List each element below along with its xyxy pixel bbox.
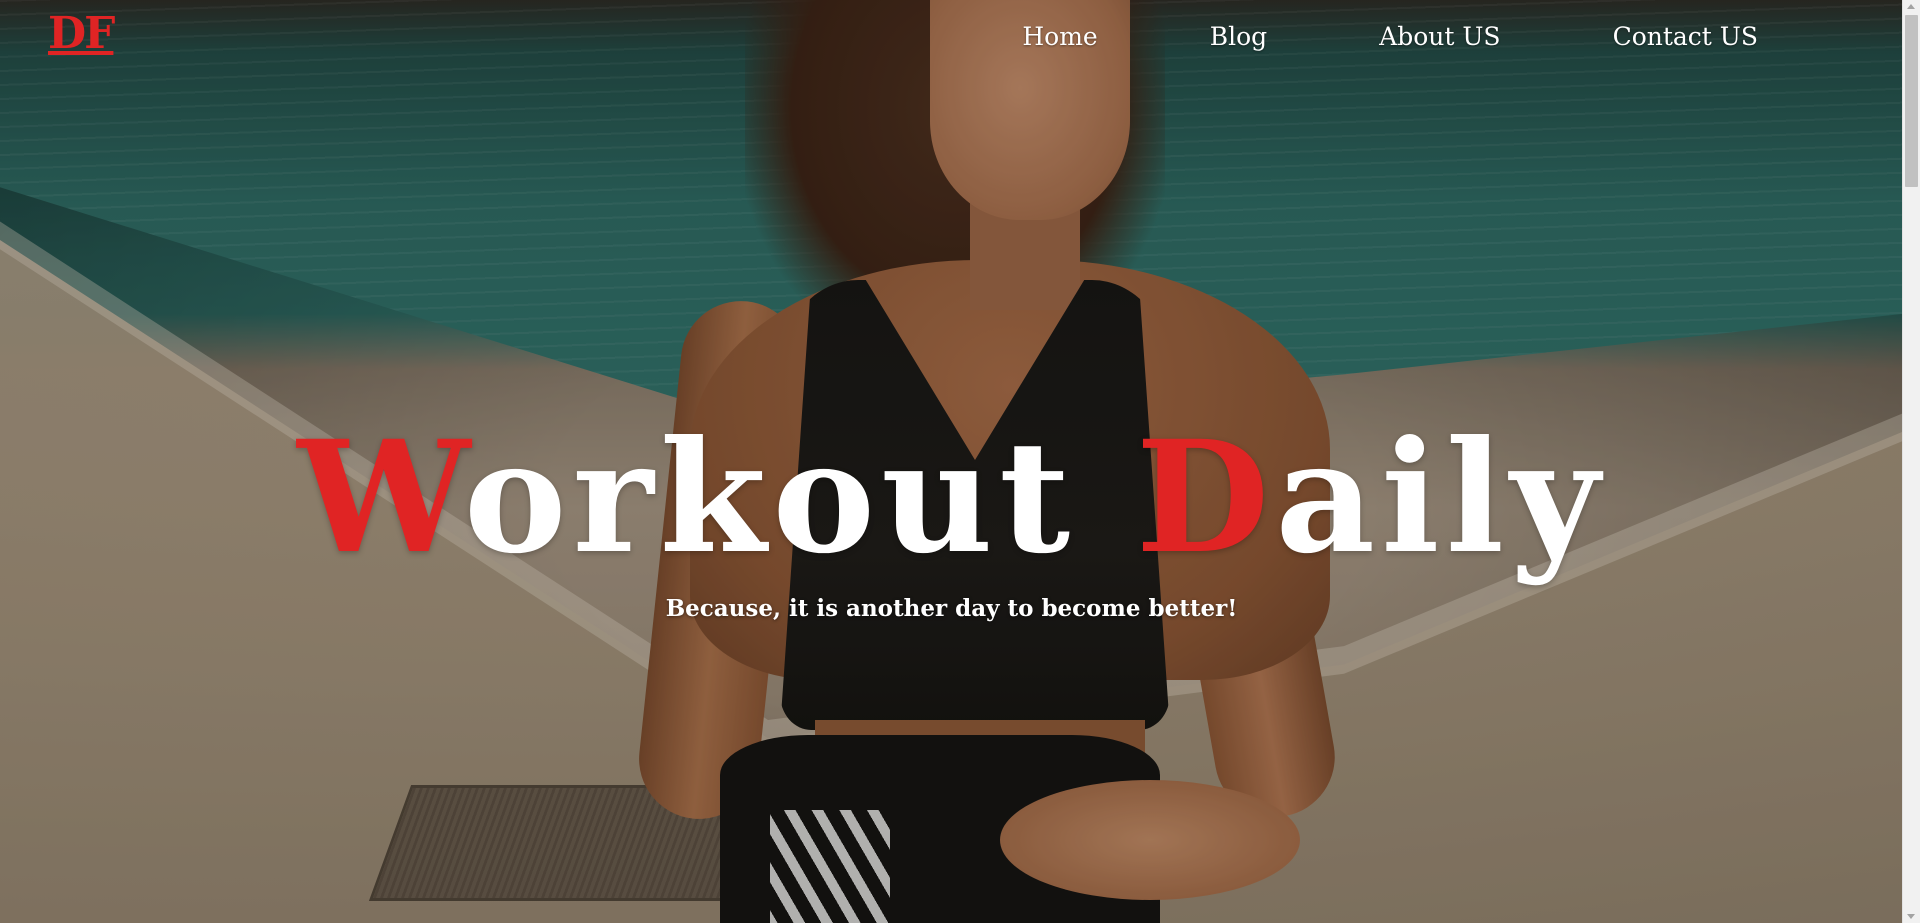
nav-contact-link[interactable]: Contact US <box>1613 20 1758 54</box>
logo-link[interactable]: DF <box>48 8 115 60</box>
main-nav: Home Blog About US Contact US <box>1022 20 1758 54</box>
arrow-down-icon[interactable] <box>1907 914 1915 919</box>
nav-about-link[interactable]: About US <box>1379 20 1500 54</box>
logo-text: DF <box>48 8 115 59</box>
hero-subtitle: Because, it is another day to become bet… <box>665 595 1238 622</box>
arrow-up-icon[interactable] <box>1907 4 1915 9</box>
hero-title-initial-d: D <box>1135 407 1276 589</box>
hero-title-word-1-rest: orkout <box>463 407 1077 589</box>
hero-title-word-2-rest: aily <box>1275 407 1606 589</box>
nav-blog-link[interactable]: Blog <box>1210 20 1267 54</box>
hero-title-initial-w: W <box>297 407 464 589</box>
page-scrollbar[interactable] <box>1902 0 1920 923</box>
scrollbar-thumb[interactable] <box>1905 15 1918 187</box>
nav-home-link[interactable]: Home <box>1022 20 1097 54</box>
page: DF Home Blog About US Contact US Workout… <box>0 0 1920 923</box>
hero-title: Workout Daily <box>0 408 1903 588</box>
